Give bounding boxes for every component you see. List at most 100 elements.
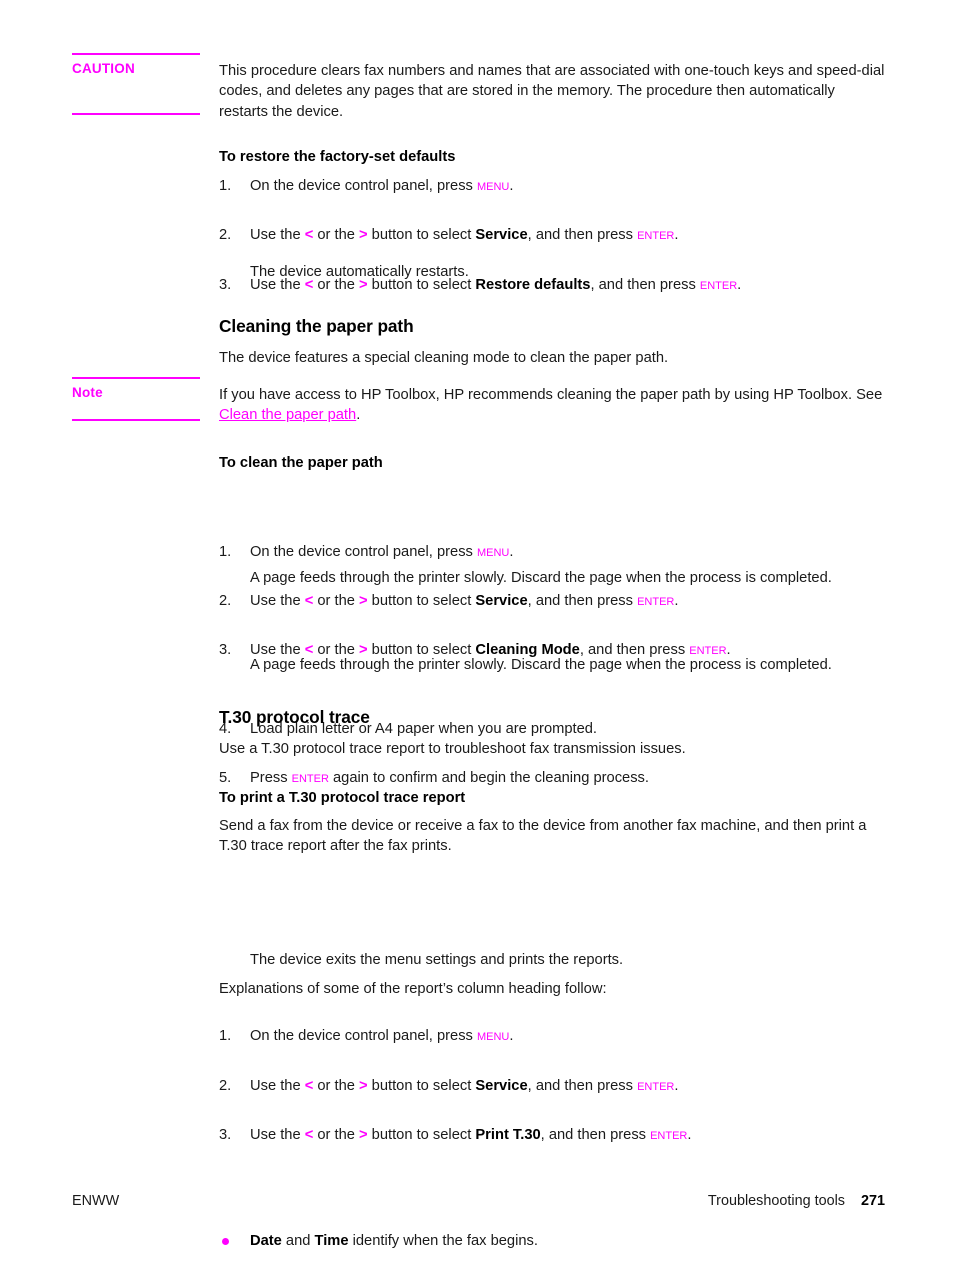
caution-label: CAUTION (72, 61, 135, 76)
menu-option-name: Service (475, 1077, 528, 1094)
key-enter: Enter (637, 226, 675, 244)
right-angle-icon: > (359, 593, 368, 610)
bullet-dot-icon (222, 1238, 229, 1246)
list-item-body: Use the < or the > button to select Serv… (250, 591, 885, 611)
list-item-number: 1. (219, 1028, 232, 1045)
cleaning-intro-text: The device features a special cleaning m… (219, 350, 669, 366)
page-number: 271 (860, 1193, 885, 1209)
left-angle-icon: < (304, 1077, 314, 1094)
continuation-text: A page feeds through the printer slowly.… (250, 570, 832, 586)
left-angle-icon: < (304, 227, 314, 244)
step-text-mid2: button to select (367, 1077, 476, 1094)
step-text-mid: or the (313, 1077, 360, 1094)
heading-restore-defaults: To restore the factory-set defaults (219, 149, 456, 165)
bullet-text-mid: and (281, 1233, 315, 1250)
list-item: 2. Use the < or the > button to select S… (219, 591, 885, 611)
step-text-post: . (674, 593, 679, 610)
menu-option-name: Service (475, 593, 528, 610)
step-text-pre: Use the (250, 593, 305, 610)
right-angle-icon: > (359, 1077, 368, 1094)
step-text-pre: Press (250, 770, 292, 787)
step-text-mid: or the (313, 227, 360, 244)
list-item-body: Press Enter again to confirm and begin t… (250, 768, 885, 788)
list-item: 1. On the device control panel, press Me… (219, 542, 885, 562)
page-footer: ENWW Troubleshooting tools 271 (72, 1192, 885, 1210)
document-page: CAUTION This procedure clears fax number… (0, 0, 954, 1270)
list-item-body: On the device control panel, press Menu. (250, 1026, 885, 1046)
list-item-number: 5. (219, 770, 232, 787)
list-item-number: 2. (219, 593, 232, 610)
clean-the-paper-path-link[interactable]: Clean the paper path (219, 407, 356, 423)
list-item: 2. Use the < or the > button to select S… (219, 1076, 885, 1096)
step-text-pre: Use the (250, 1126, 305, 1143)
step-text-mid3: , and then press (527, 1077, 638, 1094)
caution-label-wrap: CAUTION (72, 61, 200, 77)
note-text-post: . (356, 407, 361, 424)
list-item-body: On the device control panel, press Menu. (250, 542, 885, 562)
horizontal-rule (72, 377, 200, 379)
column-heading-name-2: Time (314, 1233, 349, 1250)
list-item-continuation: A page feeds through the printer slowly.… (219, 568, 885, 588)
note-text-pre: If you have access to HP Toolbox, HP rec… (219, 387, 883, 403)
step-text-pre: On the device control panel, press (250, 178, 477, 194)
list-item: 2. Use the < or the > button to select S… (219, 225, 885, 245)
explanations-intro-text: Explanations of some of the report’s col… (219, 981, 607, 997)
note-rule-bottom (72, 419, 200, 421)
key-enter: Enter (291, 769, 329, 787)
note-label-wrap: Note (72, 385, 200, 401)
column-heading-name: Date (250, 1233, 282, 1250)
note-rule-top (72, 377, 200, 379)
note-label: Note (72, 385, 103, 400)
heading-to-clean-paper-path: To clean the paper path (219, 455, 383, 471)
footer-right-group: Troubleshooting tools 271 (708, 1192, 885, 1210)
list-item: 1. On the device control panel, press Me… (219, 176, 885, 196)
left-angle-icon: < (304, 1126, 314, 1143)
key-enter: Enter (637, 592, 675, 610)
horizontal-rule (72, 53, 200, 55)
list-item-body: Use the < or the > button to select Serv… (250, 225, 885, 245)
continuation-text: The device exits the menu settings and p… (250, 952, 624, 968)
list-item-continuation: The device automatically restarts. (219, 262, 885, 282)
key-menu: Menu (476, 542, 510, 560)
list-item-number: 1. (219, 178, 232, 194)
list-item-body: Use the < or the > button to select Prin… (250, 1125, 885, 1145)
left-angle-icon: < (304, 593, 314, 610)
key-menu: Menu (476, 177, 510, 194)
menu-option-name: Print T.30 (475, 1126, 541, 1143)
list-item-number: 2. (219, 1077, 232, 1094)
step-text-pre: On the device control panel, press (250, 543, 477, 560)
step-text-pre: On the device control panel, press (250, 1028, 477, 1045)
step-text-post: . (687, 1126, 692, 1143)
step-text-pre: Use the (250, 227, 305, 244)
step-text-mid3: , and then press (527, 227, 638, 244)
step-text-mid: or the (313, 1126, 360, 1143)
step-text-post: . (674, 1077, 679, 1094)
step-text-pre: Use the (250, 1077, 305, 1094)
note-text: If you have access to HP Toolbox, HP rec… (219, 385, 885, 426)
menu-option-name: Service (475, 227, 528, 244)
caution-rule-top (72, 53, 200, 55)
bullet-list-item: Date and Time identify when the fax begi… (219, 1231, 885, 1251)
step-text-post: . (509, 1028, 514, 1045)
right-angle-icon: > (359, 1126, 368, 1143)
list-item-number: 3. (219, 1126, 232, 1143)
list-item: 5. Press Enter again to confirm and begi… (219, 768, 885, 788)
horizontal-rule (72, 419, 200, 421)
heading-to-print-t30-report: To print a T.30 protocol trace report (219, 790, 466, 806)
list-item-continuation: The device exits the menu settings and p… (219, 950, 885, 970)
step-text-post: . (674, 227, 679, 244)
bullet-text-post: identify when the fax begins. (348, 1233, 538, 1250)
step-text-mid3: , and then press (540, 1126, 651, 1143)
list-item-number: 2. (219, 227, 232, 244)
heading-cleaning-paper-path: Cleaning the paper path (219, 316, 414, 336)
caution-rule-bottom (72, 113, 200, 115)
t30-intro-text: Use a T.30 protocol trace report to trou… (219, 741, 686, 757)
list-item: 3. Use the < or the > button to select P… (219, 1125, 885, 1145)
step-text-mid: or the (313, 593, 360, 610)
step-text-mid2: button to select (367, 593, 476, 610)
horizontal-rule (72, 113, 200, 115)
heading-t30-protocol-trace: T.30 protocol trace (219, 707, 370, 727)
bullet-item-body: Date and Time identify when the fax begi… (250, 1231, 885, 1251)
step-text-post: again to confirm and begin the cleaning … (328, 770, 649, 787)
t30-sub-intro-text: Send a fax from the device or receive a … (219, 818, 867, 855)
